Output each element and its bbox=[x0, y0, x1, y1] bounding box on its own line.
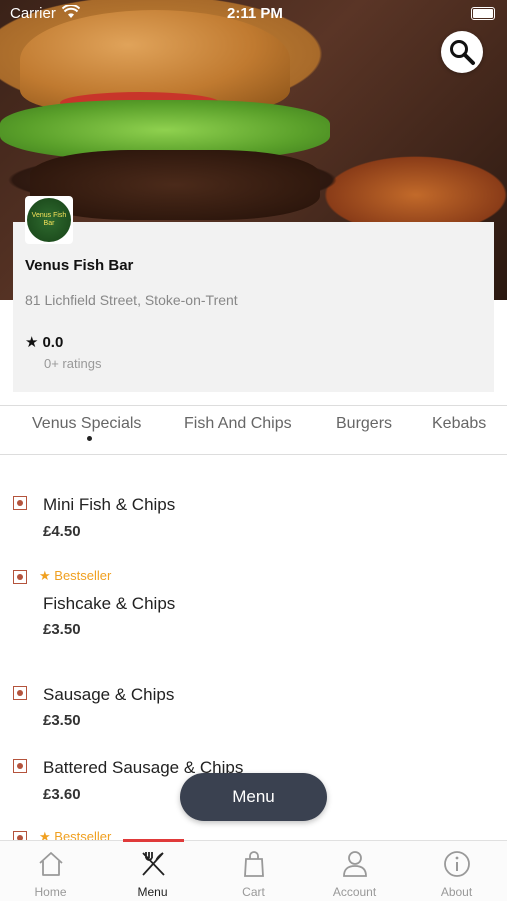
active-tab-indicator bbox=[87, 436, 92, 441]
menu-floating-button[interactable]: Menu bbox=[180, 773, 327, 821]
item-price: £4.50 bbox=[43, 523, 81, 540]
burger-patty bbox=[30, 150, 320, 220]
nav-account[interactable]: Account bbox=[304, 841, 405, 901]
battery-icon bbox=[471, 7, 495, 20]
restaurant-address: 81 Lichfield Street, Stoke-on-Trent bbox=[25, 292, 238, 308]
bottom-navigation: Home Menu Cart Account About bbox=[0, 840, 507, 901]
bestseller-star-icon: ★ bbox=[39, 568, 55, 583]
rating-value: 0.0 bbox=[42, 334, 64, 351]
nav-label: Cart bbox=[242, 885, 265, 899]
info-icon bbox=[444, 851, 470, 877]
tab-fish-and-chips[interactable]: Fish And Chips bbox=[184, 415, 292, 433]
user-icon bbox=[343, 851, 367, 877]
clock: 2:11 PM bbox=[227, 5, 283, 22]
restaurant-name: Venus Fish Bar bbox=[25, 257, 134, 274]
nav-home[interactable]: Home bbox=[0, 841, 101, 901]
status-bar: Carrier 2:11 PM bbox=[0, 0, 507, 28]
search-icon bbox=[450, 40, 475, 65]
active-nav-indicator bbox=[123, 839, 184, 842]
tab-kebabs[interactable]: Kebabs bbox=[432, 415, 486, 433]
nav-label: Account bbox=[332, 885, 377, 899]
veg-marker-icon bbox=[13, 496, 27, 510]
nav-label: Home bbox=[34, 885, 67, 899]
nav-label: Menu bbox=[137, 885, 168, 899]
item-name: Fishcake & Chips bbox=[43, 594, 176, 613]
wifi-icon bbox=[62, 5, 80, 18]
category-tabs: Venus Specials Fish And Chips Burgers Ke… bbox=[0, 405, 507, 455]
item-price: £3.50 bbox=[43, 621, 81, 638]
nav-cart[interactable]: Cart bbox=[203, 841, 304, 901]
nav-menu[interactable]: Menu bbox=[102, 841, 203, 901]
veg-marker-icon bbox=[13, 759, 27, 773]
restaurant-rating: ★ 0.0 bbox=[25, 333, 63, 351]
veg-marker-icon bbox=[13, 570, 27, 584]
bestseller-badge: ★ Bestseller bbox=[39, 568, 112, 583]
shopping-bag-icon bbox=[244, 851, 264, 877]
carrier-label: Carrier bbox=[10, 5, 56, 22]
ratings-count: 0+ ratings bbox=[44, 356, 102, 371]
restaurant-logo-badge: Venus Fish Bar bbox=[27, 198, 71, 242]
home-icon bbox=[39, 852, 63, 876]
item-price: £3.50 bbox=[43, 712, 81, 729]
item-price: £3.60 bbox=[43, 786, 81, 803]
star-icon: ★ bbox=[25, 334, 39, 351]
item-name: Sausage & Chips bbox=[43, 685, 175, 704]
veg-marker-icon bbox=[13, 686, 27, 700]
tab-venus-specials[interactable]: Venus Specials bbox=[32, 415, 141, 433]
fork-knife-icon bbox=[142, 852, 165, 876]
nav-label: About bbox=[440, 885, 473, 899]
restaurant-logo: Venus Fish Bar bbox=[25, 196, 73, 244]
search-button[interactable] bbox=[441, 31, 483, 73]
nav-about[interactable]: About bbox=[406, 841, 507, 901]
tab-burgers[interactable]: Burgers bbox=[336, 415, 392, 433]
item-name: Mini Fish & Chips bbox=[43, 495, 176, 514]
